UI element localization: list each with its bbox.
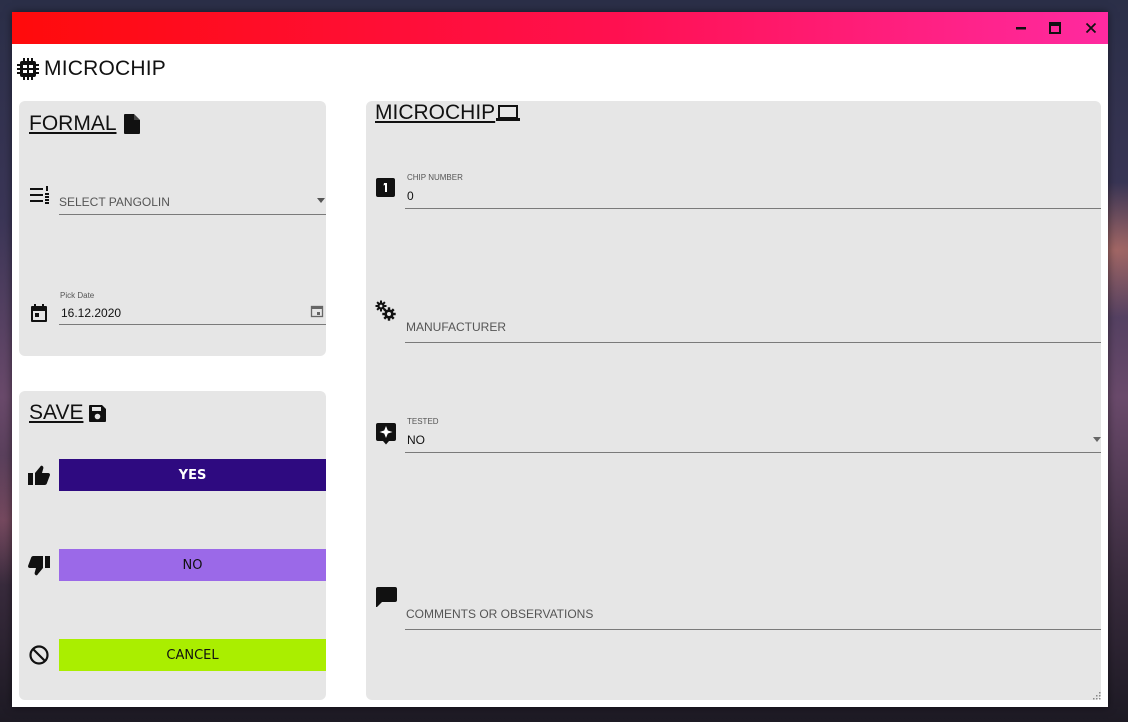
- yes-button[interactable]: YES: [59, 459, 326, 491]
- save-title-text: SAVE: [29, 401, 84, 424]
- minimize-icon[interactable]: [1013, 20, 1029, 36]
- pangolin-select-placeholder: SELECT PANGOLIN: [59, 195, 170, 209]
- tested-value: NO: [407, 433, 425, 447]
- pick-date-value: 16.12.2020: [61, 306, 122, 320]
- comments-field[interactable]: COMMENTS OR OBSERVATIONS: [405, 593, 1101, 630]
- pick-date-label: Pick Date: [60, 291, 95, 300]
- yes-button-label: YES: [178, 467, 207, 483]
- cancel-button-label: CANCEL: [166, 647, 219, 663]
- gears-icon: [375, 300, 397, 322]
- comments-placeholder: COMMENTS OR OBSERVATIONS: [406, 607, 594, 621]
- comments-underline: [405, 629, 1101, 630]
- laptop-icon: [496, 104, 521, 122]
- pangolin-select-underline: [59, 214, 326, 215]
- tested-underline: [405, 452, 1101, 453]
- close-icon[interactable]: [1083, 20, 1099, 36]
- app-title: MICROCHIP: [44, 57, 166, 80]
- maximize-icon[interactable]: [1047, 20, 1063, 36]
- formal-card-title: FORMAL: [29, 112, 141, 136]
- microchip-card-title: MICROCHIP: [375, 101, 521, 125]
- title-bar[interactable]: [12, 12, 1108, 44]
- tested-label: TESTED: [407, 417, 439, 426]
- dropdown-arrow-icon: [317, 198, 325, 203]
- thumbs-down-icon: [28, 556, 50, 576]
- chip-number-label: CHIP NUMBER: [407, 173, 463, 182]
- resize-grip[interactable]: [1091, 690, 1101, 700]
- microchip-title-text: MICROCHIP: [375, 101, 496, 124]
- pick-date-field[interactable]: Pick Date 16.12.2020: [59, 289, 326, 325]
- pangolin-select[interactable]: SELECT PANGOLIN: [59, 183, 326, 215]
- pick-date-underline: [59, 324, 326, 325]
- no-button[interactable]: NO: [59, 549, 326, 581]
- cancel-icon: [29, 645, 49, 665]
- calendar-icon: [29, 303, 49, 323]
- file-icon: [123, 113, 141, 135]
- app-window: MICROCHIP FORMAL SELECT PANGOLIN Pick Da…: [12, 12, 1108, 707]
- star-message-icon: [376, 423, 396, 445]
- cancel-button[interactable]: CANCEL: [59, 639, 326, 671]
- manufacturer-field[interactable]: MANUFACTURER: [405, 306, 1101, 343]
- chip-number-underline: [405, 208, 1101, 209]
- chip-number-field[interactable]: CHIP NUMBER 0: [405, 171, 1101, 209]
- numeric-one-box-icon: [376, 178, 395, 197]
- chip-number-value: 0: [407, 189, 414, 203]
- calendar-picker-icon[interactable]: [310, 304, 324, 318]
- microchip-card: MICROCHIP CHIP NUMBER 0 MANUFACTURER TES…: [366, 101, 1101, 700]
- manufacturer-underline: [405, 342, 1101, 343]
- manufacturer-placeholder: MANUFACTURER: [406, 320, 507, 334]
- microchip-icon: [16, 57, 40, 81]
- floppy-disk-icon: [88, 404, 107, 423]
- list-number-icon: [29, 185, 51, 205]
- tested-select[interactable]: TESTED NO: [405, 415, 1101, 453]
- app-header: MICROCHIP: [16, 56, 166, 82]
- formal-title-text: FORMAL: [29, 112, 117, 135]
- save-card-title: SAVE: [29, 401, 107, 425]
- comment-icon: [376, 587, 397, 608]
- dropdown-arrow-icon: [1093, 437, 1101, 442]
- formal-card: FORMAL SELECT PANGOLIN Pick Date 16.12.2…: [19, 101, 326, 356]
- no-button-label: NO: [182, 557, 203, 573]
- thumbs-up-icon: [28, 465, 50, 485]
- save-card: SAVE YES NO CANCEL: [19, 391, 326, 700]
